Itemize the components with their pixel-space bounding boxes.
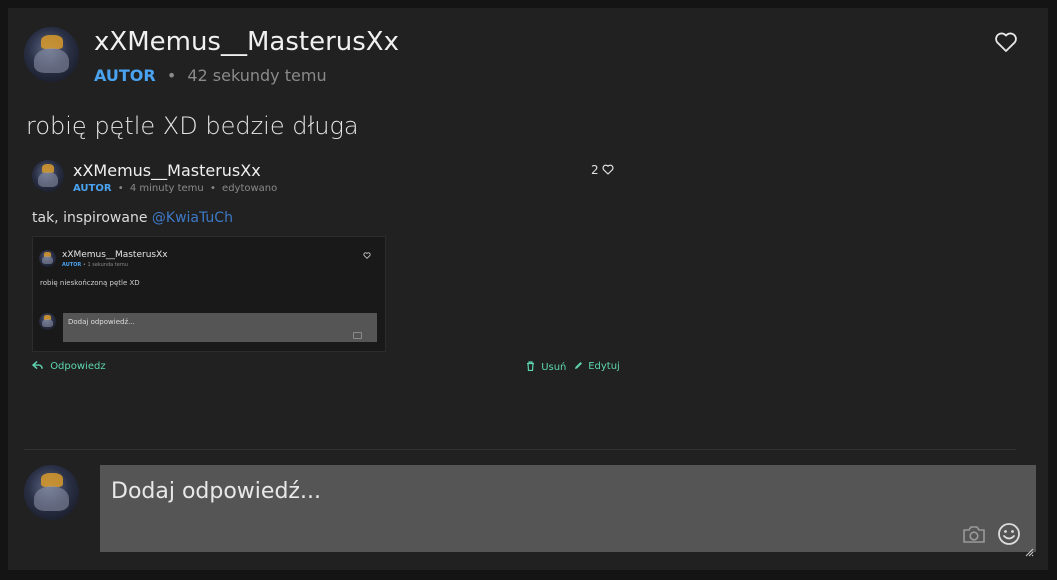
screenshot-username: xXMemus__MasterusXx — [62, 250, 168, 260]
post-timestamp[interactable]: 42 sekundy temu — [187, 66, 326, 85]
post-meta: AUTOR • 42 sekundy temu — [94, 66, 327, 85]
embedded-text-body: tak, inspirowane — [32, 210, 148, 226]
heart-icon — [995, 32, 1017, 52]
meta-separator: • — [209, 183, 216, 194]
reply-arrow-icon — [32, 361, 43, 369]
screenshot-timestamp: 1 sekunda temu — [87, 262, 128, 268]
divider — [24, 449, 1016, 450]
camera-button[interactable] — [962, 525, 986, 548]
post-username[interactable]: xXMemus__MasterusXx — [94, 27, 399, 57]
reply-button: Odpowiedz — [32, 361, 106, 372]
heart-icon — [363, 252, 371, 259]
screenshot-meta: AUTOR • 1 sekunda temu — [62, 262, 128, 268]
embedded-likes: 2 — [591, 163, 614, 177]
embedded-text: tak, inspirowane @KwiaTuCh — [32, 210, 233, 226]
camera-icon — [963, 526, 985, 543]
author-badge: AUTOR — [94, 66, 156, 85]
edit-button: Edytuj — [574, 361, 620, 372]
mention-link: @KwiaTuCh — [151, 210, 233, 226]
reply-input[interactable]: Dodaj odpowiedź... — [111, 479, 321, 504]
author-badge: AUTOR — [62, 262, 82, 268]
edit-label: Edytuj — [588, 361, 620, 372]
avatar — [39, 313, 56, 330]
like-count: 2 — [591, 163, 599, 177]
avatar — [32, 160, 64, 192]
screenshot-text: robię nieskończoną pętle XD — [40, 279, 140, 287]
resize-grip-icon — [1025, 548, 1034, 557]
heart-icon — [602, 164, 614, 175]
meta-separator: • — [166, 66, 177, 85]
embedded-username: xXMemus__MasterusXx — [73, 161, 261, 180]
post-text: robię pętle XD bedzie długa — [26, 112, 359, 140]
screenshot-reply-placeholder: Dodaj odpowiedź... — [68, 318, 135, 326]
embedded-timestamp: 4 minuty temu — [129, 183, 204, 194]
avatar — [24, 465, 79, 520]
delete-button: Usuń — [526, 361, 566, 373]
avatar — [39, 250, 56, 267]
trash-icon — [527, 361, 534, 371]
embedded-meta: AUTOR • 4 minuty temu • edytowano — [73, 183, 277, 194]
emoji-button[interactable] — [997, 522, 1021, 550]
delete-label: Usuń — [541, 362, 567, 373]
avatar[interactable] — [24, 27, 79, 82]
camera-icon — [353, 332, 362, 339]
meta-separator: • — [82, 262, 86, 268]
author-badge: AUTOR — [73, 183, 112, 194]
resize-handle[interactable] — [1025, 542, 1034, 561]
smiley-icon — [998, 523, 1020, 545]
meta-separator: • — [117, 183, 124, 194]
pencil-icon — [575, 362, 582, 369]
screenshot-reply-box: Dodaj odpowiedź... — [63, 313, 377, 342]
embedded-screenshot: xXMemus__MasterusXx AUTOR • 1 sekunda te… — [32, 236, 386, 352]
like-button[interactable] — [994, 31, 1018, 53]
reply-composer[interactable]: Dodaj odpowiedź... — [100, 465, 1036, 557]
reply-label: Odpowiedz — [50, 361, 106, 372]
edited-label: edytowano — [222, 183, 278, 194]
